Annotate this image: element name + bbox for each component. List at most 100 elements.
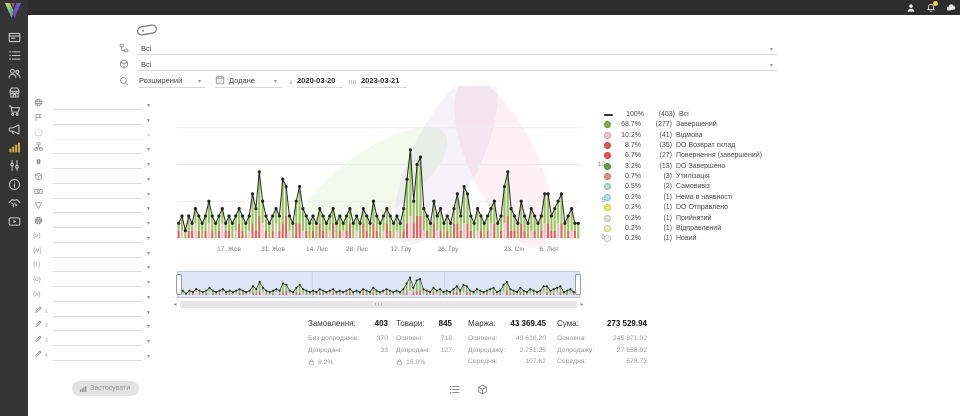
- chart-navigator[interactable]: [177, 271, 580, 298]
- legend-item[interactable]: 0.2%(1)Нема в наявності: [604, 192, 733, 202]
- legend-item[interactable]: 0.2%(1)DO Отправлено: [604, 203, 728, 213]
- search-mode-select[interactable]: Розширений ▾: [139, 76, 205, 88]
- help-icon: ?: [34, 128, 43, 137]
- filter-row[interactable]: 2▾: [33, 319, 152, 332]
- filter-row[interactable]: ▾: [33, 187, 152, 200]
- scrollbar-grip[interactable]: [375, 303, 384, 306]
- filter-row[interactable]: ▾: [33, 157, 152, 170]
- legend-item[interactable]: 6.7%(27)Повернення (завершений): [604, 151, 762, 161]
- chevron-down-icon: ▾: [147, 221, 150, 227]
- legend-label: Прийнятий: [676, 215, 711, 222]
- input-underline: [53, 257, 142, 258]
- legend-item[interactable]: 3.2%(13)DO Завершено: [604, 161, 725, 171]
- stat-sub-value: 127: [441, 345, 452, 357]
- bell-icon[interactable]: [926, 3, 936, 13]
- stat-sub-label: Основні:: [396, 333, 423, 345]
- filter-row[interactable]: {т}▾: [33, 260, 152, 273]
- legend-item[interactable]: 0.7%(3)Утилізація: [604, 172, 710, 182]
- sidebar-item-list[interactable]: [0, 46, 28, 64]
- sidebar-item-video[interactable]: [0, 212, 28, 230]
- user-icon[interactable]: [906, 3, 916, 13]
- sidebar-item-store[interactable]: [0, 83, 28, 101]
- tag-filter-button[interactable]: [135, 23, 159, 37]
- sidebar-item-sliders[interactable]: [0, 157, 28, 175]
- pen-icon: [34, 305, 43, 314]
- legend-item[interactable]: 0.5%(2)Самовивіз: [604, 182, 710, 192]
- date-field-select[interactable]: 17 Додане ▾: [215, 75, 281, 88]
- legend-item[interactable]: 0.2%(1)Відправлений: [604, 223, 721, 233]
- chevron-down-icon: ▾: [147, 133, 150, 139]
- legend-swatch: [604, 225, 611, 232]
- apply-button-label: Застосувати: [90, 385, 130, 392]
- stat-sub-row: Середня:107.62: [468, 356, 546, 368]
- scrollbar-track[interactable]: [180, 301, 577, 308]
- search-icon[interactable]: [119, 76, 129, 86]
- sidebar-item-dashboard[interactable]: [0, 28, 28, 46]
- scroll-left-arrow[interactable]: ◂: [171, 300, 179, 309]
- legend-item[interactable]: 10.2%(41)Відмова: [604, 130, 703, 140]
- cart-icon: [8, 104, 21, 117]
- chart-scrollbar[interactable]: ◂ ▸: [171, 300, 586, 309]
- products-view-button[interactable]: [477, 384, 488, 395]
- pen-icon: [34, 349, 43, 358]
- status-filter-row[interactable]: Всі ▾: [119, 40, 777, 55]
- navigator-left-handle[interactable]: [176, 274, 182, 295]
- sidebar-item-megaphone[interactable]: [0, 120, 28, 138]
- input-underline: [53, 301, 142, 302]
- chevron-down-icon: ▾: [147, 324, 150, 330]
- y-tick-label: 10: [583, 161, 605, 168]
- apply-button[interactable]: Застосувати: [72, 381, 139, 396]
- legend-swatch: [604, 132, 611, 139]
- sidebar-item-chart[interactable]: [0, 138, 28, 156]
- input-underline: [53, 286, 142, 287]
- store-icon: [8, 86, 21, 99]
- field-number: 4: [45, 353, 48, 359]
- legend-pct: 8.7%: [615, 142, 641, 149]
- legend-label: Нема в наявності: [676, 194, 733, 201]
- filter-row[interactable]: 1▾: [33, 305, 152, 318]
- legend-pct: 6.7%: [615, 152, 641, 159]
- scroll-right-arrow[interactable]: ▸: [578, 300, 586, 309]
- legend-item[interactable]: 0.2%(1)Прийнятий: [604, 213, 711, 223]
- filter-row[interactable]: {s}▾: [33, 231, 152, 244]
- chevron-down-icon: ▾: [147, 147, 150, 153]
- filter-row[interactable]: {х}▾: [33, 290, 152, 303]
- list-view-button[interactable]: [449, 384, 460, 395]
- legend-swatch: [604, 173, 611, 180]
- filter-row[interactable]: ▾: [33, 98, 152, 111]
- filter-row[interactable]: ▾: [33, 113, 152, 126]
- chevron-down-icon: ▾: [147, 103, 150, 109]
- cloud-icon[interactable]: [946, 3, 956, 13]
- filter-row[interactable]: ▾: [33, 142, 152, 155]
- legend-item[interactable]: 0.2%(1)Новий: [604, 234, 697, 244]
- navigator-right-handle[interactable]: [575, 274, 581, 295]
- date-from-input[interactable]: 2020-03-20: [297, 76, 343, 88]
- filter-row[interactable]: {м}▾: [33, 246, 152, 259]
- orders-chart[interactable]: [177, 99, 580, 240]
- filter-row[interactable]: ▾: [33, 172, 152, 185]
- stat-sub-label: Допродані:: [396, 345, 430, 357]
- filter-row[interactable]: ▾: [33, 201, 152, 214]
- legend-item[interactable]: 68.7%(277)Завершений: [604, 120, 717, 130]
- filter-row[interactable]: 3▾: [33, 334, 152, 347]
- legend-dash-swatch: [604, 114, 613, 116]
- upsell-rate-row: 15.0%: [396, 357, 452, 369]
- legend-item[interactable]: 8.7%(35)DO Возврат склад: [604, 141, 735, 151]
- product-filter-row[interactable]: Всі ▾: [119, 56, 777, 71]
- chevron-down-icon: ▾: [147, 280, 150, 286]
- input-underline: [53, 212, 142, 213]
- stat-sub-label: Без допродажів:: [308, 333, 359, 345]
- app-logo[interactable]: [3, 1, 23, 21]
- sidebar-item-info[interactable]: [0, 175, 28, 193]
- sidebar-item-users[interactable]: [0, 65, 28, 83]
- sidebar-item-cart[interactable]: [0, 102, 28, 120]
- filter-row[interactable]: {о}▾: [33, 275, 152, 288]
- sidebar-item-handshake[interactable]: [0, 194, 28, 212]
- filter-row[interactable]: ?▾: [33, 128, 152, 141]
- filter-row[interactable]: 4▾: [33, 349, 152, 362]
- date-to-input[interactable]: 2023-03-21: [361, 76, 407, 88]
- legend-pct: 0.2%: [615, 204, 641, 211]
- filter-row[interactable]: ▾: [33, 216, 152, 229]
- legend-item[interactable]: 100%(403)Всі: [604, 110, 689, 120]
- banknote-icon: [34, 187, 43, 196]
